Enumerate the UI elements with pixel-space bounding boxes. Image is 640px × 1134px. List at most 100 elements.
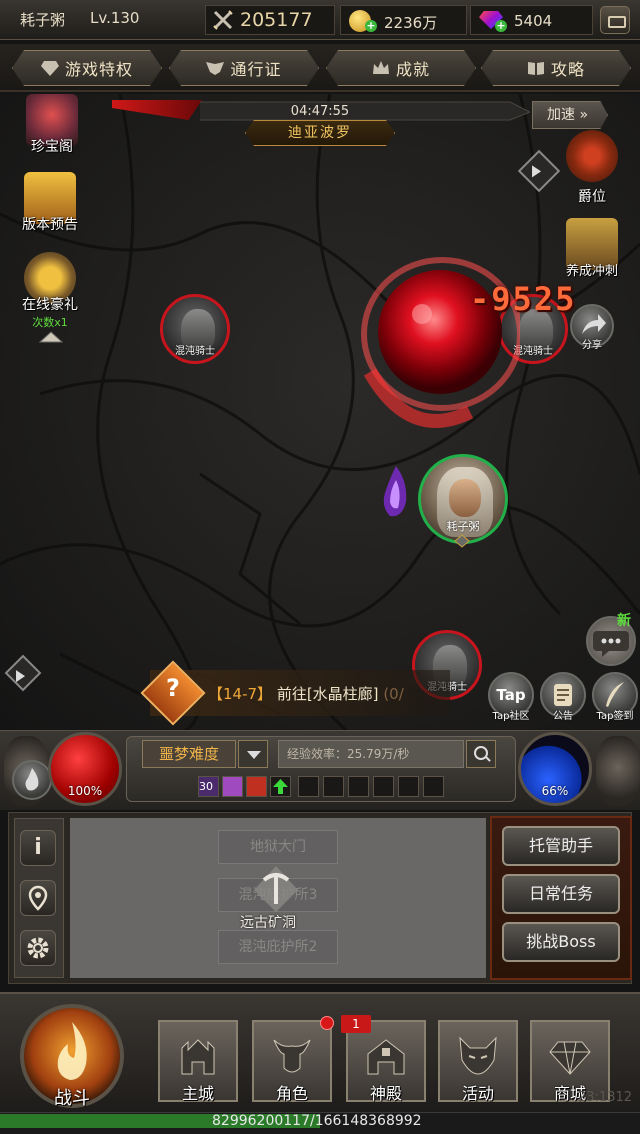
buff-slot[interactable] <box>222 776 243 797</box>
online-gift-button[interactable]: 在线豪礼 次数x1 <box>12 252 88 330</box>
current-map-node[interactable]: 远古矿洞 <box>240 912 296 932</box>
game-privilege-button[interactable]: 游戏特权 <box>12 50 162 86</box>
growth-sprint-button[interactable]: 养成冲刺 <box>554 218 630 279</box>
auto-skill-button[interactable] <box>12 760 52 800</box>
countdown-timer: 04:47:55 <box>290 104 350 119</box>
banner-label: 攻略 <box>550 60 585 79</box>
player-level: Lv.130 <box>90 9 140 27</box>
top-status-bar: 耗子粥 Lv.130 205177 + 2236万 + 5404 <box>0 0 640 40</box>
purple-flame-pet <box>383 466 407 517</box>
question-mark-icon: ? <box>166 674 180 702</box>
enemy-name: 混沌骑士 <box>175 346 215 357</box>
book-icon <box>527 62 544 75</box>
gear-icon[interactable] <box>20 930 56 966</box>
buff-slot[interactable] <box>270 776 291 797</box>
ground-cracks <box>0 94 640 734</box>
nav-label: 主城 <box>181 1084 214 1103</box>
gem-value: 5404 <box>514 12 553 30</box>
side-item-label: 珍宝阁 <box>31 139 73 155</box>
map-node[interactable]: 地狱大门 <box>218 830 338 864</box>
quest-progress: (0/ <box>383 685 404 703</box>
nav-label: 活动 <box>461 1084 494 1103</box>
battle-pass-button[interactable]: 通行证 <box>169 50 319 86</box>
coordinate-readout: 23:1312 <box>578 1090 633 1105</box>
fireball-effect <box>361 257 520 428</box>
battle-field[interactable] <box>0 94 640 734</box>
search-icon[interactable] <box>466 740 496 768</box>
buff-slot[interactable] <box>246 776 267 797</box>
mp-percent: 66% <box>541 784 569 798</box>
treasure-pavilion-button[interactable]: 珍宝阁 <box>14 94 90 156</box>
location-pin-icon[interactable] <box>20 880 56 916</box>
experience-text: 82996200117/166148368992 <box>212 1113 422 1129</box>
guide-button[interactable]: 攻略 <box>481 50 631 86</box>
add-gem-icon[interactable]: + <box>495 20 507 32</box>
notification-dot <box>320 1016 334 1030</box>
chevron-down-icon[interactable] <box>238 740 268 768</box>
menu-icon[interactable] <box>600 6 630 34</box>
banner-label: 成就 <box>395 60 430 79</box>
demon-mask-icon <box>459 1036 497 1075</box>
challenge-boss-button[interactable]: 挑战Boss <box>502 922 620 962</box>
side-item-label: 在线豪礼 <box>22 297 78 313</box>
add-gold-icon[interactable]: + <box>365 20 377 32</box>
feature-banner-row: 游戏特权 通行证 成就 攻略 <box>0 44 640 92</box>
empty-buff-slot <box>423 776 444 797</box>
auto-assist-button[interactable]: 托管助手 <box>502 826 620 866</box>
gold-value: 2236万 <box>384 14 438 32</box>
demon-ornament-icon <box>596 736 640 806</box>
player-character-name: 耗子粥 <box>446 520 480 533</box>
battle-label: 战斗 <box>54 1088 90 1109</box>
gem-box[interactable]: + 5404 <box>470 5 593 35</box>
castle-gate-icon <box>181 1039 215 1075</box>
speedup-label: 加速 <box>547 107 575 123</box>
quest-stage: 【14-7】 <box>208 685 273 703</box>
buff-stack-count: 30 <box>199 780 213 793</box>
enemy-unit[interactable]: 混沌骑士 <box>160 294 230 368</box>
exp-rate-display: 经验效率：25.79万/秒 <box>278 740 464 768</box>
temple-badge: 1 <box>341 1015 371 1033</box>
player-rank-icon <box>454 534 470 548</box>
speedup-button[interactable]: 加速 » <box>532 101 608 129</box>
wings-icon <box>206 62 225 75</box>
quest-objective: 前往[水晶柱廊] <box>276 685 379 703</box>
side-item-label: 版本预告 <box>22 217 78 233</box>
map-node[interactable]: 混沌庇护所2 <box>218 930 338 964</box>
nav-label: 神殿 <box>369 1084 402 1103</box>
gold-box[interactable]: + 2236万 <box>340 5 467 35</box>
empty-buff-slot <box>323 776 344 797</box>
quest-text[interactable]: 【14-7】 前往[水晶柱廊] (0/ <box>208 683 404 704</box>
empty-buff-slot <box>348 776 369 797</box>
nobility-button[interactable]: 爵位 <box>554 130 630 206</box>
map-name-plate: 迪亚波罗 <box>245 120 395 146</box>
helmet-emblem-icon <box>566 130 618 182</box>
combat-power-box: 205177 <box>205 5 335 35</box>
horned-helmet-icon <box>273 1039 311 1073</box>
banner-label: 通行证 <box>230 60 282 79</box>
combat-power-value: 205177 <box>240 9 313 31</box>
diamond-shop-icon <box>549 1041 591 1075</box>
tap-logo-icon: Tap <box>496 686 526 704</box>
collapse-up-icon[interactable] <box>38 330 64 344</box>
empty-buff-slot <box>298 776 319 797</box>
empty-buff-slot <box>398 776 419 797</box>
flame-drop-icon <box>25 768 39 791</box>
hp-percent: 100% <box>67 784 103 798</box>
version-preview-button[interactable]: 版本预告 <box>12 172 88 234</box>
temple-icon <box>367 1039 405 1075</box>
info-icon[interactable]: i <box>20 830 56 866</box>
difficulty-select[interactable]: 噩梦难度 <box>142 740 236 768</box>
crossed-swords-icon <box>213 10 233 30</box>
achievement-button[interactable]: 成就 <box>326 50 476 86</box>
online-gift-count: 次数x1 <box>32 316 68 329</box>
green-up-arrow-icon <box>273 779 288 794</box>
player-name: 耗子粥 <box>20 11 66 29</box>
empty-buff-slot <box>373 776 394 797</box>
daily-quest-button[interactable]: 日常任务 <box>502 874 620 914</box>
side-item-label: 爵位 <box>578 189 606 205</box>
nav-label: 角色 <box>275 1084 308 1103</box>
banner-label: 游戏特权 <box>64 60 133 79</box>
damage-number: -9525 <box>470 280 577 318</box>
pickaxe-icon <box>254 866 298 912</box>
tap-checkin-label: Tap签到 <box>596 711 634 722</box>
